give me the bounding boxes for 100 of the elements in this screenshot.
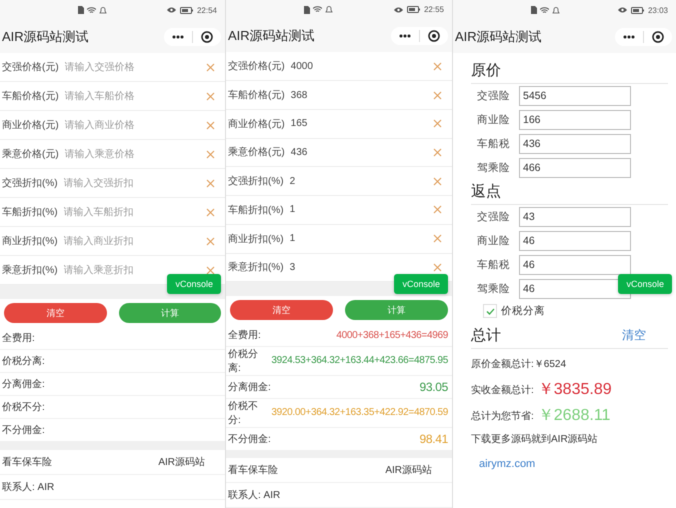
input-field[interactable]: 46: [519, 255, 631, 275]
website-link[interactable]: airymz.com: [479, 458, 668, 470]
bell-icon: [552, 6, 560, 14]
input-field[interactable]: 466: [519, 158, 631, 178]
close-icon[interactable]: [433, 119, 442, 128]
result-value: 3924.53+364.32+163.44+423.66=4875.95: [271, 355, 448, 366]
result-value: 98.41: [419, 432, 448, 446]
field-label: 商业险: [477, 113, 511, 127]
close-icon[interactable]: [206, 178, 215, 188]
clear-link[interactable]: 清空: [622, 327, 646, 344]
field-label: 乘意价格(元): [2, 148, 59, 161]
wifi-icon: [87, 6, 96, 14]
input-field[interactable]: 436: [519, 134, 631, 154]
close-icon[interactable]: [206, 208, 215, 216]
field-label: 商业价格(元): [228, 118, 285, 131]
input-field[interactable]: 1: [290, 233, 427, 244]
battery-icon: [180, 6, 193, 14]
input-field[interactable]: 43: [519, 207, 631, 227]
input-field[interactable]: 请输入乘意折扣: [64, 264, 200, 276]
summary-value: ￥2688.11: [538, 406, 610, 426]
input-field[interactable]: 166: [519, 110, 631, 130]
input-field[interactable]: 4000: [290, 60, 427, 72]
section-heading: 返点: [471, 182, 501, 201]
result-label: 分离佣金:: [228, 380, 271, 394]
checkbox[interactable]: [483, 304, 497, 318]
sim-card-icon: [531, 6, 537, 14]
download-note: 下载更多源码就到AIR源码站: [471, 432, 599, 446]
close-icon[interactable]: [206, 150, 215, 158]
field-label: 交强险: [477, 210, 511, 224]
result-label: 不分佣金:: [228, 432, 271, 446]
bell-icon: [99, 6, 107, 14]
close-icon[interactable]: [433, 148, 442, 157]
close-icon[interactable]: [433, 90, 442, 100]
field-label: 驾乘险: [477, 282, 511, 296]
input-field[interactable]: 368: [290, 90, 427, 101]
input-field[interactable]: 3: [290, 262, 427, 273]
result-label: 价税不分:: [228, 400, 259, 427]
summary-label: 实收金额总计:: [471, 384, 534, 396]
eye-icon: [618, 7, 627, 13]
result-value: 4000+368+165+436=4969: [336, 330, 448, 341]
more-icon[interactable]: [172, 34, 184, 38]
sim-card-icon: [78, 6, 84, 14]
close-icon[interactable]: [206, 92, 215, 100]
result-label: 价税分离:: [228, 348, 259, 375]
input-field[interactable]: 2: [290, 176, 427, 187]
input-field[interactable]: 436: [290, 146, 427, 158]
result-label: 不分佣金:: [2, 424, 45, 437]
page-title: AIR源码站测试: [2, 28, 89, 46]
input-field[interactable]: 5456: [519, 86, 631, 106]
clear-button[interactable]: 清空: [230, 300, 333, 320]
bell-icon: [325, 6, 333, 14]
summary-label: 总计为您节省:: [471, 410, 534, 422]
close-icon[interactable]: [433, 62, 442, 71]
section-heading: 总计: [471, 326, 501, 345]
close-icon[interactable]: [206, 266, 215, 274]
page-title: AIR源码站测试: [455, 28, 542, 46]
close-icon[interactable]: [433, 234, 442, 244]
result-label: 价税不分:: [2, 400, 45, 414]
input-field[interactable]: 46: [519, 231, 631, 251]
close-icon[interactable]: [206, 236, 215, 246]
eye-icon: [166, 7, 176, 13]
result-label: 价税分离:: [2, 354, 45, 368]
status-time: 22:55: [424, 5, 444, 14]
battery-icon: [630, 6, 644, 14]
close-icon[interactable]: [433, 262, 442, 272]
field-label: 商业价格(元): [2, 118, 59, 132]
field-label: 车船税: [477, 258, 511, 272]
footer-text: AIR源码站: [158, 456, 205, 469]
input-field[interactable]: 1: [290, 204, 427, 216]
more-icon[interactable]: [399, 34, 411, 38]
field-label: 驾乘险: [477, 161, 511, 175]
field-label: 交强折扣(%): [228, 174, 284, 188]
field-label: 乘意折扣(%): [2, 264, 58, 277]
more-icon[interactable]: [623, 34, 635, 38]
field-label: 乘意价格(元): [228, 146, 285, 160]
footer-text: AIR源码站: [385, 464, 432, 478]
field-label: 交强价格(元): [228, 60, 285, 74]
field-label: 交强折扣(%): [2, 176, 58, 190]
clear-button[interactable]: 清空: [4, 303, 106, 323]
wifi-icon: [313, 6, 322, 14]
result-value: 93.05: [419, 380, 448, 394]
page-title: AIR源码站测试: [228, 27, 315, 46]
field-label: 车船税: [477, 137, 511, 151]
result-label: 全费用:: [228, 328, 261, 342]
input-field[interactable]: 165: [290, 118, 427, 130]
input-field[interactable]: 请输入乘意价格: [64, 148, 200, 160]
close-icon[interactable]: [206, 62, 215, 72]
field-label: 商业险: [477, 234, 511, 248]
field-label: 商业折扣(%): [2, 234, 58, 248]
battery-icon: [406, 6, 420, 14]
status-time: 22:54: [196, 6, 217, 14]
field-label: 车船价格(元): [228, 88, 285, 102]
close-icon[interactable]: [206, 120, 215, 130]
check-icon: [486, 308, 494, 314]
field-label: 车船折扣(%): [2, 206, 58, 219]
close-icon[interactable]: [433, 205, 442, 214]
close-icon[interactable]: [433, 176, 442, 186]
field-label: 交强险: [477, 89, 511, 103]
checkbox-label: 价税分离: [501, 304, 545, 318]
footer-text: 联系人: AIR: [2, 480, 54, 494]
